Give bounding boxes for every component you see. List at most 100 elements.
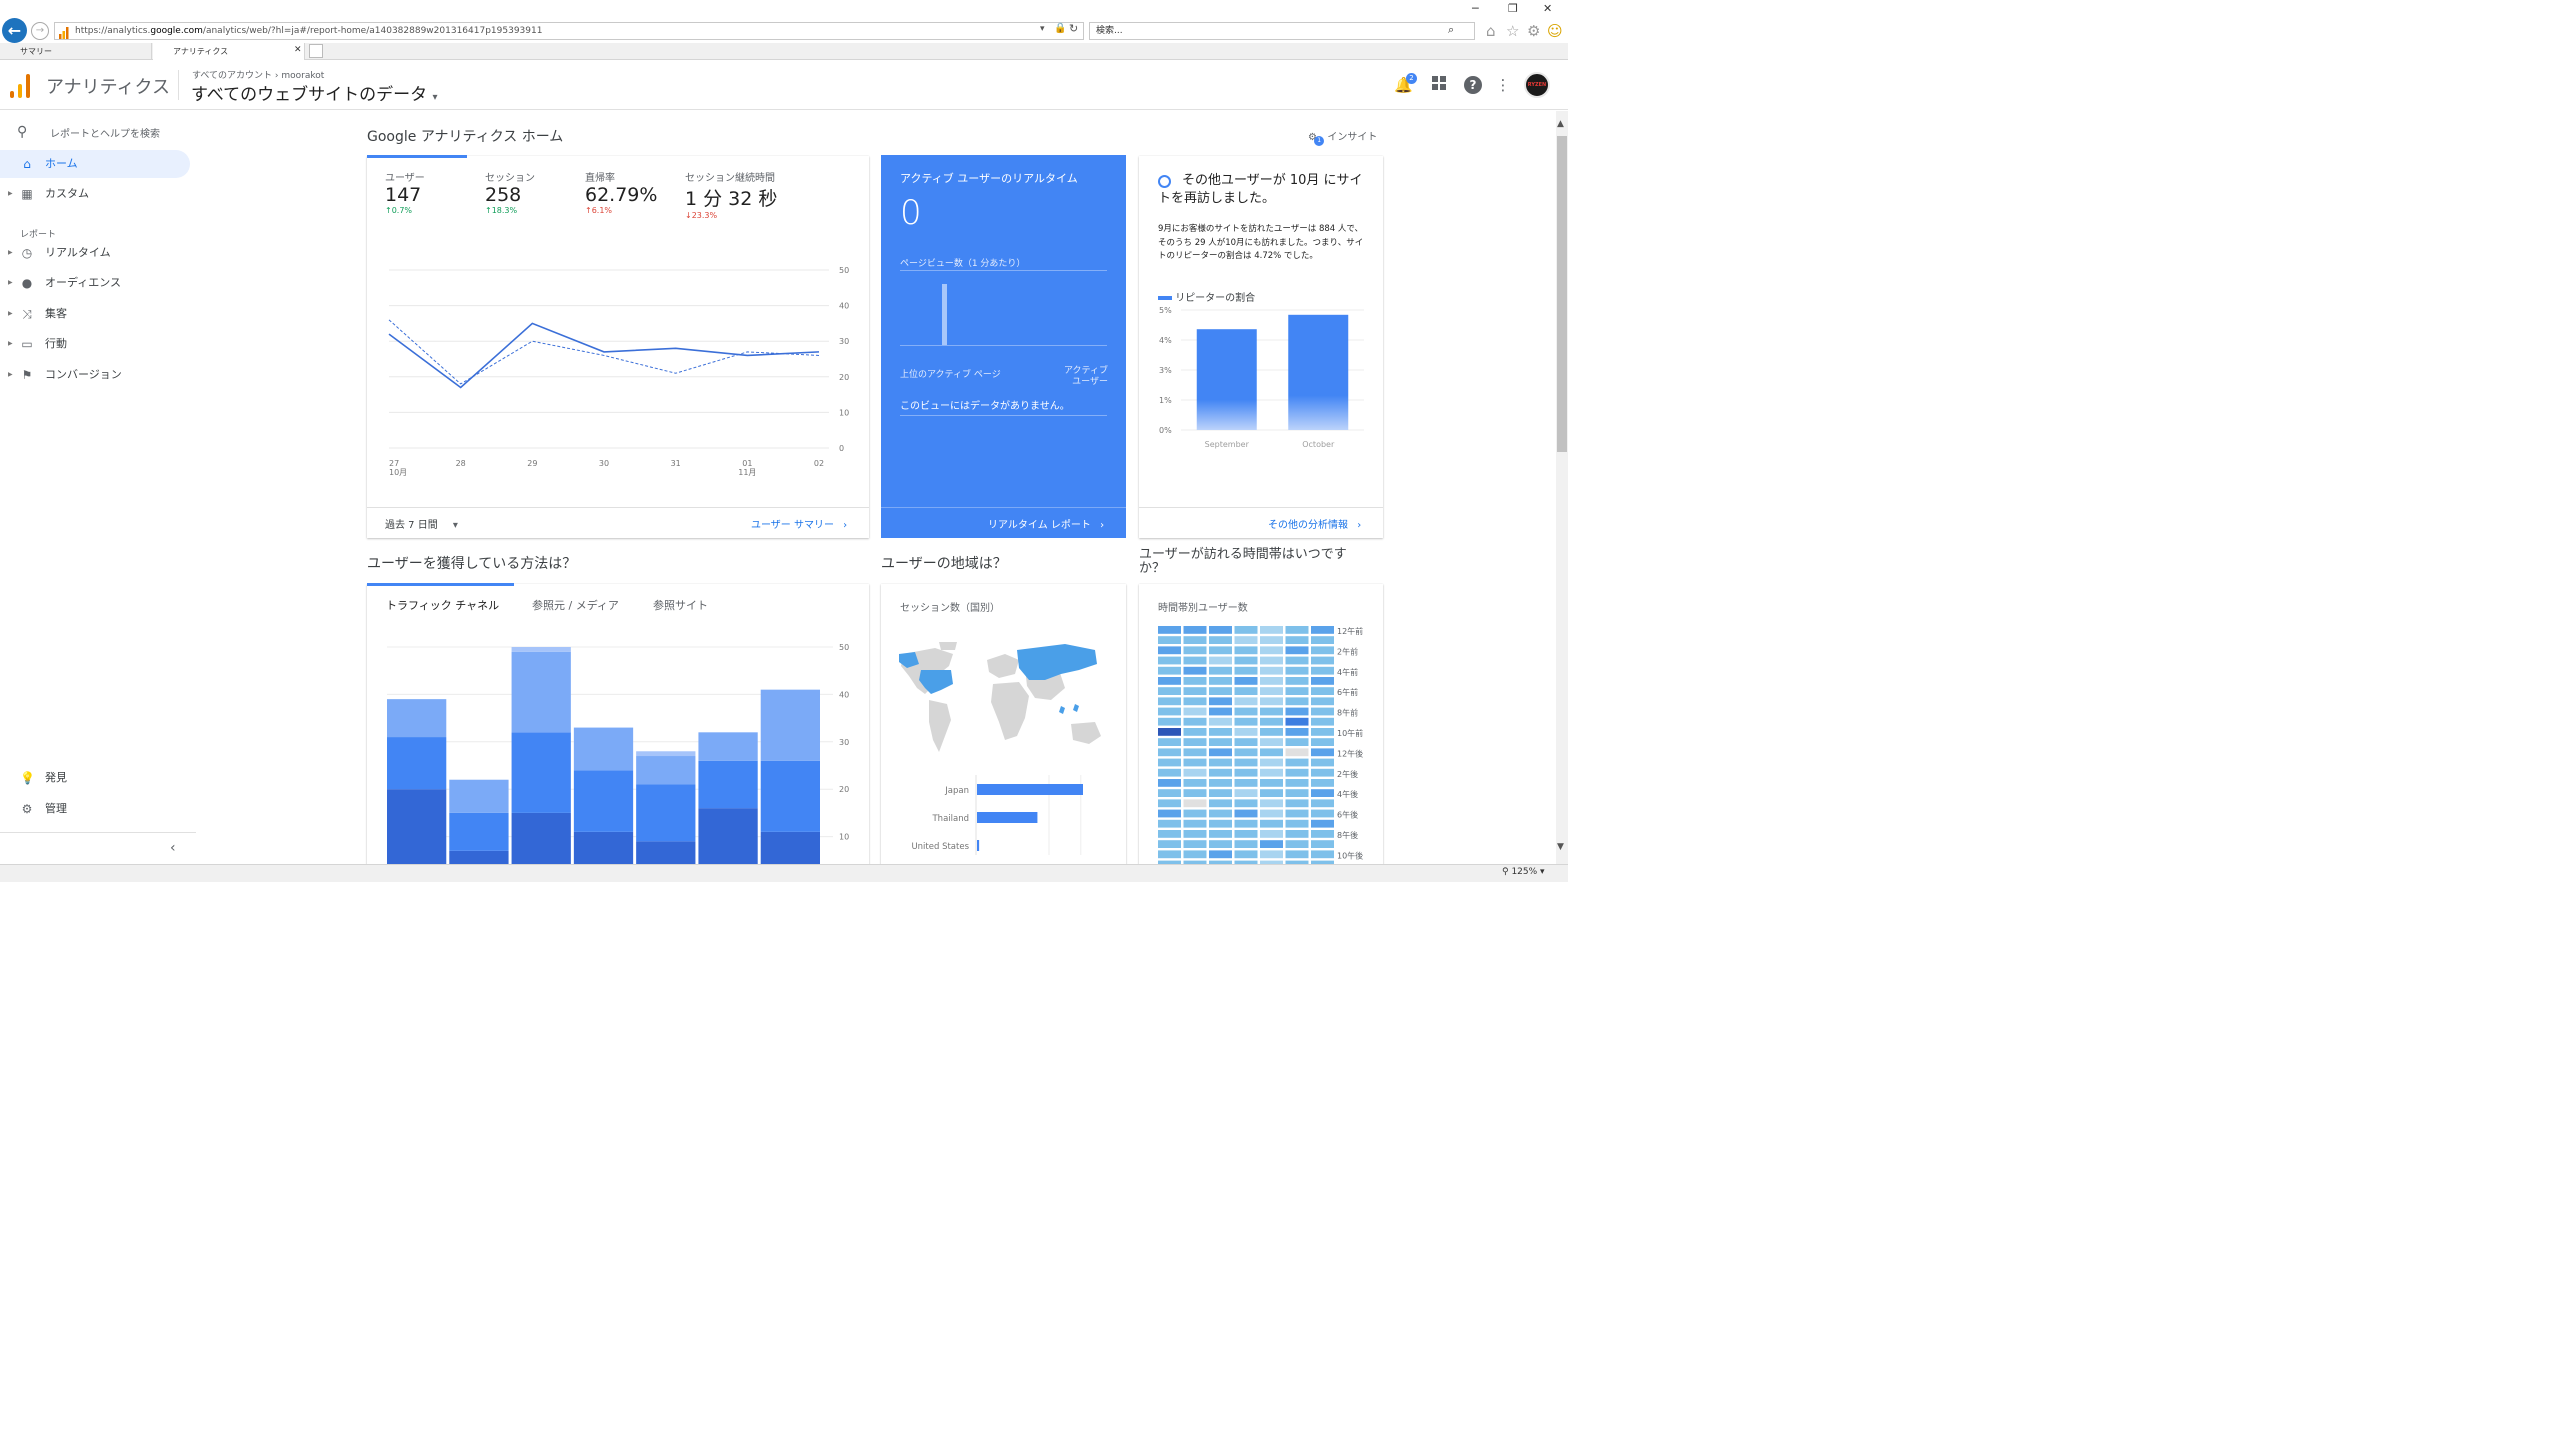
heatmap-cell <box>1209 830 1232 838</box>
heatmap-cell <box>1260 717 1283 726</box>
sidebar-item-realtime[interactable]: ▶ ◷ リアルタイム <box>0 239 190 267</box>
heatmap-cell <box>1158 758 1181 767</box>
realtime-report-link[interactable]: リアルタイム レポート › <box>988 516 1104 531</box>
sidebar-item-admin[interactable]: ⚙ 管理 <box>0 795 190 823</box>
heatmap-cell <box>1183 830 1207 838</box>
heatmap-cell <box>1311 758 1334 767</box>
heatmap-row-label: 8午前 <box>1337 708 1358 718</box>
heatmap-cell <box>1209 687 1232 695</box>
favorites-icon[interactable]: ☆ <box>1506 22 1519 40</box>
help-icon[interactable]: ? <box>1464 76 1482 94</box>
repeat-visitors-chart: 5% 4% 3% 1% 0% September October <box>1159 306 1364 449</box>
tab-summary[interactable]: サマリー <box>0 43 152 60</box>
metric-delta: ↑6.1% <box>585 206 613 215</box>
sidebar-divider <box>0 832 196 833</box>
heatmap-cell <box>1285 707 1309 716</box>
restore-icon[interactable]: ❐ <box>1508 2 1518 15</box>
heatmap-cell <box>1209 789 1232 797</box>
app-title: アナリティクス <box>46 77 171 98</box>
sidebar-item-discover[interactable]: 💡 発見 <box>0 764 190 792</box>
sidebar-item-conversions[interactable]: ▶ ⚑ コンバージョン <box>0 361 190 389</box>
minimize-icon[interactable]: ─ <box>1472 2 1479 15</box>
flag-icon: ⚑ <box>21 368 33 382</box>
tab-source-medium[interactable]: 参照元 / メディア <box>532 597 619 613</box>
address-bar[interactable]: https://analytics.google.com/analytics/w… <box>54 22 1084 40</box>
heatmap-cell <box>1209 656 1232 665</box>
chevron-down-icon: ▾ <box>1537 867 1545 877</box>
metric-users[interactable]: ユーザー 147 ↑0.7% <box>385 169 425 215</box>
card-footer-divider <box>367 507 869 508</box>
metric-session-duration[interactable]: セッション継続時間 1 分 32 秒 ↓23.3% <box>685 169 777 220</box>
back-icon[interactable]: ← <box>2 18 27 43</box>
sidebar-search[interactable]: ⚲ レポートとヘルプを検索 <box>0 120 190 144</box>
bar-segment <box>760 689 820 761</box>
sidebar-item-label: オーディエンス <box>45 276 122 289</box>
heatmap-cell <box>1311 738 1334 746</box>
users-summary-link[interactable]: ユーザー サマリー › <box>751 516 847 531</box>
heatmap-cell <box>1260 850 1283 859</box>
settings-browser-icon[interactable]: ⚙ <box>1527 22 1540 40</box>
metric-sessions[interactable]: セッション 258 ↑18.3% <box>485 169 535 215</box>
geo-subtitle: セッション数（国別） <box>900 603 1000 614</box>
heatmap-cell <box>1209 799 1232 808</box>
insights-button[interactable]: ⚙ 1 インサイト <box>1308 128 1377 146</box>
avatar[interactable]: RYZEN <box>1524 72 1550 98</box>
heatmap-cell <box>1234 799 1258 808</box>
search-icon: ⚲ <box>17 124 28 140</box>
x-tick-label: 02 <box>814 459 824 468</box>
search-icon[interactable]: ⌕ <box>1448 23 1454 37</box>
heatmap-cell <box>1209 738 1232 746</box>
bar-segment <box>449 812 509 851</box>
heatmap-cell <box>1209 779 1232 787</box>
view-selector[interactable]: すべてのウェブサイトのデータ ▾ <box>191 80 438 105</box>
heatmap-cell <box>1234 789 1258 797</box>
heatmap-cell <box>1311 717 1334 726</box>
heatmap-cell <box>1209 717 1232 726</box>
sidebar-item-behavior[interactable]: ▶ ▭ 行動 <box>0 330 190 358</box>
refresh-icon[interactable]: ↻ <box>1069 22 1078 35</box>
heatmap-cell <box>1183 748 1207 757</box>
date-range-selector[interactable]: 過去 7 日間 ▾ <box>385 516 458 531</box>
heatmap-cell <box>1183 819 1207 828</box>
sidebar-item-home[interactable]: ⌂ ホーム <box>0 150 190 178</box>
world-map[interactable] <box>895 640 1110 760</box>
scroll-down-icon[interactable]: ▼ <box>1557 842 1564 852</box>
bar-segment <box>636 841 696 864</box>
scrollbar-thumb[interactable] <box>1557 136 1567 452</box>
close-window-icon[interactable]: ✕ <box>1543 2 1552 15</box>
expand-caret-icon: ▶ <box>8 190 13 197</box>
heatmap-cell <box>1234 666 1258 675</box>
heatmap-cell <box>1285 717 1309 726</box>
selected-tab-indicator <box>367 583 514 586</box>
browser-search-input[interactable]: 検索... <box>1089 22 1475 40</box>
dropdown-icon[interactable]: ▾ <box>1040 24 1045 34</box>
sidebar-item-custom[interactable]: ▶ ▦ カスタム <box>0 180 190 208</box>
heatmap-cell <box>1209 758 1232 767</box>
new-tab-icon[interactable] <box>309 44 323 58</box>
heatmap-row-label: 2午後 <box>1337 769 1358 779</box>
apps-grid-icon[interactable] <box>1430 76 1448 94</box>
more-vert-icon[interactable]: ⋮ <box>1494 76 1512 94</box>
heatmap-cell <box>1234 717 1258 726</box>
more-insights-link[interactable]: その他の分析情報 › <box>1268 516 1361 531</box>
tab-referrals[interactable]: 参照サイト <box>653 597 708 613</box>
tab-traffic-channel[interactable]: トラフィック チャネル <box>386 597 499 613</box>
person-icon: ● <box>21 276 33 290</box>
home-browser-icon[interactable]: ⌂ <box>1486 22 1496 40</box>
heatmap-cell <box>1158 840 1181 848</box>
link-label: ユーザー サマリー <box>751 520 834 531</box>
sidebar-item-acquisition[interactable]: ▶ ⤨ 集客 <box>0 300 190 328</box>
heatmap-cell <box>1158 809 1181 818</box>
feedback-icon[interactable]: ☺ <box>1547 22 1563 40</box>
forward-icon[interactable]: → <box>31 22 49 40</box>
zoom-level[interactable]: ⚲ 125% ▾ <box>1502 867 1545 877</box>
tab-close-icon[interactable]: ✕ <box>294 45 302 55</box>
chevron-right-icon: › <box>1100 520 1105 531</box>
sidebar-item-audience[interactable]: ▶ ● オーディエンス <box>0 269 190 297</box>
collapse-sidebar-icon[interactable]: ‹ <box>170 840 176 856</box>
metric-bounce-rate[interactable]: 直帰率 62.79% ↑6.1% <box>585 169 657 215</box>
scroll-up-icon[interactable]: ▲ <box>1557 119 1564 129</box>
zoom-value: 125% <box>1511 867 1538 877</box>
tab-analytics[interactable]: アナリティクス <box>153 43 305 60</box>
heatmap-cell <box>1285 789 1309 797</box>
